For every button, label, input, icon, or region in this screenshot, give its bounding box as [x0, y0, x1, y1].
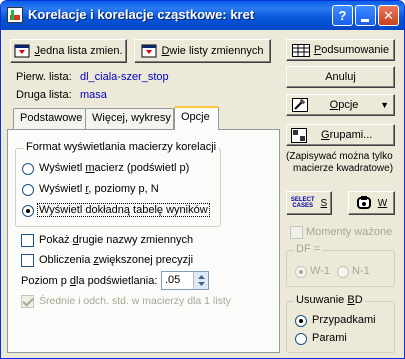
save-note-line-2: macierze kwadratowe)	[293, 163, 394, 174]
summary-table-icon	[291, 43, 310, 57]
radio-display-matrix-label[interactable]: Wyświetl macierz (podświetl p)	[39, 162, 189, 174]
checkbox-extended-precision[interactable]	[21, 254, 34, 267]
label-part: Wyświetl dokładną tabelę wyników	[39, 204, 208, 216]
cancel-button[interactable]: Anuluj	[286, 66, 395, 88]
p-level-value: .05	[165, 274, 181, 286]
minimize-button[interactable]	[355, 5, 376, 26]
title-underline: B	[347, 294, 355, 306]
label-part: Wyświetl	[39, 162, 86, 174]
tab-podstawowe[interactable]: Podstawowe	[13, 108, 86, 129]
format-group: Format wyświetlania macierzy korelacji W…	[15, 141, 221, 227]
summary-label: odsumowanie	[321, 44, 390, 56]
p-level-input[interactable]: .05	[161, 271, 209, 290]
radio-casewise[interactable]	[295, 315, 307, 327]
select-cases-button[interactable]: SELECT CASES S	[286, 191, 332, 215]
first-list-value: dl_ciala-szer_stop	[80, 71, 169, 83]
tab-opcje[interactable]: Opcje	[174, 106, 219, 130]
select-cases-key: S	[320, 197, 328, 209]
app-icon	[7, 7, 23, 23]
checkbox-extended-precision-label[interactable]: Obliczenia zwiększonej precyzji	[39, 254, 193, 266]
list-icon	[141, 44, 157, 58]
select-cases-line-2: CASES	[292, 203, 313, 209]
one-list-label: edna lista zmien.	[39, 45, 123, 57]
weight-button[interactable]: W	[348, 191, 395, 215]
checkbox-weighted-moments-label[interactable]: Momenty ważone	[306, 226, 392, 238]
spinner-arrows-icon	[198, 275, 205, 286]
tab-label: Więcej, wykresy	[92, 112, 171, 124]
tab-label: Opcje	[181, 111, 210, 123]
radio-pairwise[interactable]	[295, 333, 307, 345]
radio-display-detailed-label[interactable]: Wyświetl dokładną tabelę wyników	[37, 203, 210, 217]
checkbox-means-std-label[interactable]: Średnie i odch. std. w macierzy dla 1 li…	[39, 295, 231, 307]
title-part: Usuwanie	[296, 294, 348, 306]
label-part: , poziomy p, N	[88, 183, 159, 195]
label-part: Obliczenia	[39, 254, 94, 266]
format-group-title: Format wyświetlania macierzy korelacji	[24, 141, 219, 153]
tab-label: Podstawowe	[20, 112, 83, 124]
radio-df-w1[interactable]	[295, 266, 307, 278]
label-underline: m	[85, 162, 95, 174]
second-list-value: masa	[80, 89, 107, 101]
radio-pairwise-label[interactable]: Parami	[312, 332, 347, 344]
title-bar[interactable]: Korelacje i korelacje cząstkowe: kret ? …	[1, 1, 404, 30]
select-cases-icon: SELECT CASES	[291, 197, 315, 209]
label-part: Poziom p	[21, 275, 70, 287]
radio-casewise-label[interactable]: Przypadkami	[312, 314, 376, 326]
tab-wiecej-wykresy[interactable]: Więcej, wykresy	[85, 108, 174, 129]
help-button[interactable]: ?	[332, 5, 353, 26]
checkbox-show-second-names-label[interactable]: Pokaż drugie nazwy zmiennych	[39, 234, 193, 246]
checkbox-weighted-moments[interactable]	[290, 226, 303, 239]
options-button[interactable]: Opcje ▼	[286, 94, 395, 116]
p-level-label: Poziom p dla podświetlania:	[21, 275, 157, 287]
options-tab-panel: Format wyświetlania macierzy korelacji W…	[7, 129, 280, 353]
dialog-window: Korelacje i korelacje cząstkowe: kret ? …	[0, 0, 405, 359]
label-part: Pokaż	[39, 234, 73, 246]
cancel-label: Anuluj	[325, 71, 356, 83]
by-group-button[interactable]: Grupami...	[286, 124, 395, 146]
checkbox-show-second-names[interactable]	[21, 234, 34, 247]
dropdown-arrow-icon: ▼	[380, 100, 389, 110]
label-part: większonej precyzji	[98, 254, 194, 266]
by-group-label: rupami...	[329, 129, 373, 141]
window-title: Korelacje i korelacje cząstkowe: kret	[28, 7, 255, 22]
one-list-button[interactable]: Jedna lista zmien.	[10, 39, 127, 63]
checkbox-means-std[interactable]	[21, 295, 34, 308]
options-underline: O	[329, 99, 339, 111]
list-icon	[14, 44, 30, 58]
close-button[interactable]: ✕	[378, 5, 399, 26]
radio-display-r-label[interactable]: Wyświetl r, poziomy p, N	[39, 183, 159, 195]
options-label: pcje	[338, 99, 359, 111]
label-part: la podświetlania:	[76, 275, 158, 287]
save-note-line-1: (Zapisywać można tylko	[286, 151, 393, 162]
weight-icon	[356, 196, 371, 209]
by-group-underline: G	[321, 129, 330, 141]
label-part: rugie nazwy zmiennych	[78, 234, 194, 246]
by-group-icon	[291, 127, 307, 143]
options-hammer-icon	[292, 98, 308, 112]
title-part: D	[354, 294, 363, 306]
weight-key: W	[377, 197, 388, 209]
p-level-spinner[interactable]	[193, 272, 208, 289]
radio-display-matrix[interactable]	[22, 163, 34, 175]
missing-data-group-title: Usuwanie BD	[294, 294, 365, 306]
radio-df-n1[interactable]	[337, 266, 349, 278]
radio-display-detailed[interactable]	[22, 205, 34, 217]
label-part: Wyświetl	[39, 183, 86, 195]
label-part: acierz (podświetl p)	[94, 162, 190, 174]
first-list-label: Pierw. lista:	[16, 71, 72, 83]
radio-df-w1-label[interactable]: W-1	[310, 265, 330, 277]
df-group-title: DF =	[294, 243, 323, 255]
two-lists-label: wie listy zmiennych	[169, 45, 264, 57]
second-list-label: Druga lista:	[16, 89, 72, 101]
two-lists-button[interactable]: Dwie listy zmiennych	[134, 39, 271, 63]
radio-display-r[interactable]	[22, 184, 34, 196]
radio-df-n1-label[interactable]: N-1	[352, 265, 370, 277]
missing-data-group: Usuwanie BD Przypadkami Parami	[286, 294, 395, 353]
df-group: DF = W-1 N-1	[286, 243, 395, 287]
summary-button[interactable]: Podsumowanie	[286, 39, 395, 61]
